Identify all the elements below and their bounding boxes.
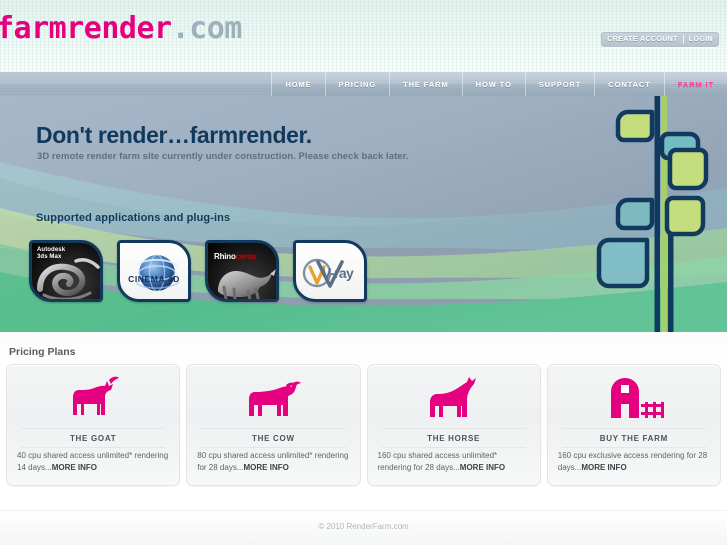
- pricing-card-title: BUY THE FARM: [561, 428, 706, 448]
- nav-item-farm-it[interactable]: FARM IT: [663, 72, 727, 96]
- nav-item-home[interactable]: HOME: [271, 72, 325, 96]
- pricing-card-description: 160 cpu shared access unlimited* renderi…: [378, 450, 530, 475]
- logo-text-dot: .: [171, 11, 190, 46]
- logo-text-com: com: [189, 11, 242, 46]
- goat-icon: [7, 371, 179, 425]
- more-info-link[interactable]: MORE INFO: [460, 463, 505, 472]
- more-info-link[interactable]: MORE INFO: [581, 463, 626, 472]
- app-tile-cinema-4d[interactable]: CINEMA 4D: [117, 240, 191, 302]
- app-tile-v-ray[interactable]: V-ray: [293, 240, 367, 302]
- pricing-card-title: THE GOAT: [21, 428, 166, 448]
- more-info-link[interactable]: MORE INFO: [244, 463, 289, 472]
- app-tile-rhinoceros[interactable]: Rhinoceros: [205, 240, 279, 302]
- nav-item-how-to[interactable]: HOW TO: [461, 72, 525, 96]
- nav-item-the-farm[interactable]: THE FARM: [389, 72, 462, 96]
- pricing-card-the-horse[interactable]: THE HORSE 160 cpu shared access unlimited…: [366, 364, 541, 486]
- site-header: farmrender.com CREATE ACCOUNT LOGIN: [0, 0, 727, 72]
- more-info-link[interactable]: MORE INFO: [52, 463, 97, 472]
- horse-icon: [429, 377, 476, 417]
- app-label-cinema-4d: CINEMA 4D: [128, 274, 180, 284]
- pricing-plans-title: Pricing Plans: [9, 346, 76, 358]
- copyright-text: © 2010 RenderFarm.com: [318, 522, 409, 531]
- hero-title: Don't render…farmrender.: [36, 122, 312, 148]
- create-account-button[interactable]: CREATE ACCOUNT: [602, 33, 683, 46]
- barn-icon: [610, 378, 664, 418]
- cow-icon: [187, 371, 359, 425]
- pricing-section: Pricing Plans THE GOAT 40 cpu shared acce…: [0, 332, 727, 510]
- login-button[interactable]: LOGIN: [684, 33, 718, 46]
- supported-apps-list: Autodesk 3ds Max CINEMA 4D Rhinoceros V-…: [29, 240, 367, 302]
- logo-text-main: farmrender: [0, 11, 172, 46]
- pricing-card-the-cow[interactable]: THE COW 80 cpu shared access unlimited* r…: [186, 364, 361, 486]
- pricing-cards: THE GOAT 40 cpu shared access unlimited* …: [6, 364, 721, 486]
- nav-item-pricing[interactable]: PRICING: [324, 72, 390, 96]
- app-label-v-ray: V-ray: [322, 265, 354, 281]
- main-navigation: HOME PRICING THE FARM HOW TO SUPPORT CONTACT F…: [0, 72, 727, 96]
- cinema-4d-globe-icon: [135, 254, 180, 292]
- app-tile-3ds-max[interactable]: Autodesk 3ds Max: [29, 240, 103, 302]
- 3ds-max-logo-icon: [37, 258, 100, 299]
- barn-icon: [548, 371, 720, 425]
- hero-subtitle: 3D remote render farm site currently und…: [37, 151, 409, 162]
- pricing-card-description: 80 cpu shared access unlimited* renderin…: [197, 450, 349, 475]
- cow-icon: [249, 381, 302, 416]
- hero-banner: Don't render…farmrender. 3D remote rende…: [0, 96, 727, 332]
- site-logo[interactable]: farmrender.com: [0, 14, 242, 44]
- horse-icon: [368, 371, 540, 425]
- supported-apps-label: Supported applications and plug-ins: [36, 212, 231, 224]
- goat-icon: [73, 376, 120, 415]
- pricing-card-title: THE COW: [201, 428, 346, 448]
- pricing-card-the-goat[interactable]: THE GOAT 40 cpu shared access unlimited* …: [6, 364, 181, 486]
- account-buttons: CREATE ACCOUNT LOGIN: [601, 32, 719, 47]
- pricing-card-description: 40 cpu shared access unlimited* renderin…: [17, 450, 169, 475]
- pricing-card-description: 160 cpu exclusive access rendering for 2…: [558, 450, 710, 475]
- site-footer: © 2010 RenderFarm.com: [0, 510, 727, 545]
- pricing-card-buy-the-farm[interactable]: BUY THE FARM 160 cpu exclusive access ren…: [546, 364, 721, 486]
- nav-item-support[interactable]: SUPPORT: [524, 72, 595, 96]
- pricing-card-title: THE HORSE: [381, 428, 526, 448]
- rhino-silhouette-icon: [218, 269, 276, 299]
- nav-item-contact[interactable]: CONTACT: [594, 72, 664, 96]
